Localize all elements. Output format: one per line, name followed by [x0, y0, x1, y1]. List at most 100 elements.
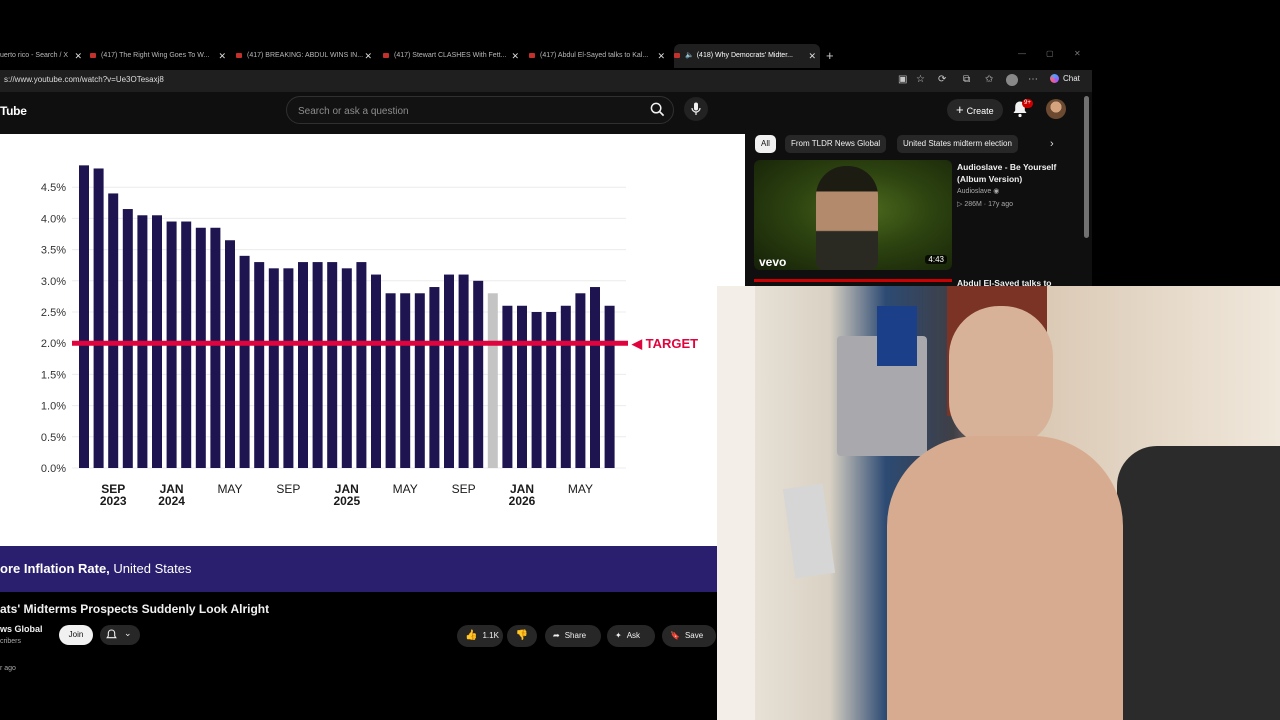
window-close-icon[interactable]: ✕	[1074, 49, 1081, 58]
profile-icon[interactable]	[1006, 74, 1018, 86]
refresh-icon[interactable]: ⟳	[938, 74, 946, 85]
tab-3-label: (417) Stewart CLASHES With Fett...	[394, 52, 507, 59]
recommendation-title[interactable]: Audioslave - Be Yourself (Album Version)	[957, 161, 1069, 185]
youtube-icon	[90, 52, 96, 58]
chip-all[interactable]: All	[755, 135, 776, 153]
bar	[239, 255, 250, 468]
join-button[interactable]: Join	[59, 625, 93, 645]
verified-icon: ◉	[993, 188, 1000, 195]
close-icon[interactable]: ✕	[218, 44, 226, 68]
reader-mode-icon[interactable]: ▣	[898, 74, 907, 85]
bar	[400, 293, 411, 468]
bar	[604, 305, 615, 468]
maximize-icon[interactable]: ▢	[1046, 49, 1054, 58]
y-tick-label: 3.5%	[41, 245, 66, 257]
microphone-icon	[691, 102, 701, 115]
search-input[interactable]	[296, 97, 640, 125]
favorite-star-icon[interactable]: ☆	[916, 74, 925, 85]
bar	[371, 274, 381, 468]
chevron-down-icon: ⌄	[124, 628, 132, 638]
youtube-icon	[674, 52, 680, 58]
tab-0[interactable]: uerto rico - Search / X ✕	[0, 44, 86, 68]
scrollbar[interactable]	[1084, 96, 1089, 238]
video-player[interactable]: 0.0% 0.5% 1.0% 1.5% 2.0% 2.5% 3.0% 3.5% 4.0% 4.5%…	[0, 134, 745, 546]
favorites-icon[interactable]: ✩	[985, 74, 993, 85]
y-tick-label: 2.5%	[41, 307, 66, 319]
x-tick-month: MAY	[568, 482, 593, 496]
account-avatar[interactable]	[1046, 99, 1066, 119]
save-button[interactable]: 🔖 Save	[662, 625, 716, 647]
thumbnail-image	[816, 166, 878, 270]
bar	[195, 227, 206, 468]
close-icon[interactable]: ✕	[511, 44, 519, 68]
target-line-group: ◀ TARGET	[72, 336, 698, 351]
bar	[108, 193, 119, 468]
close-icon[interactable]: ✕	[364, 44, 372, 68]
speaker-icon: 🔈	[685, 52, 694, 59]
notification-count-badge: 9+	[1022, 99, 1033, 108]
voice-search-button[interactable]	[684, 97, 708, 121]
box	[877, 306, 917, 366]
chip-from-channel[interactable]: From TLDR News Global	[785, 135, 887, 153]
bell-icon	[106, 629, 117, 639]
minimize-icon[interactable]: —	[1018, 49, 1026, 58]
ask-button[interactable]: ✦ Ask	[607, 625, 655, 647]
new-tab-button[interactable]: +	[826, 48, 834, 63]
y-tick-label: 4.5%	[41, 182, 66, 194]
recommendation-age: 17y ago	[988, 201, 1013, 208]
bar	[283, 268, 294, 468]
search-icon[interactable]	[650, 102, 665, 117]
sparkle-icon: ✦	[615, 631, 622, 640]
share-button[interactable]: ➦ Share	[545, 625, 601, 647]
youtube-logo[interactable]: Tube	[0, 104, 27, 118]
bar	[79, 165, 89, 469]
youtube-icon	[529, 52, 535, 58]
tab-1-label: (417) The Right Wing Goes To W...	[101, 52, 210, 59]
y-tick-label: 4.0%	[41, 213, 66, 225]
head	[949, 306, 1053, 446]
x-tick-month: MAY	[393, 482, 418, 496]
chat-button[interactable]: Chat	[1050, 74, 1080, 83]
share-icon: ➦	[553, 631, 560, 640]
tab-5-label: (418) Why Democrats' Midter...	[696, 52, 793, 59]
bar	[356, 262, 367, 468]
bar	[517, 305, 527, 468]
channel-name[interactable]: ws Global	[0, 624, 43, 634]
bar	[531, 312, 542, 468]
tab-bar: uerto rico - Search / X ✕ (417) The Right…	[0, 44, 1092, 68]
tab-5-active[interactable]: 🔈 (418) Why Democrats' Midter... ✕	[674, 44, 820, 68]
chevron-right-icon[interactable]: ›	[1050, 138, 1054, 150]
close-icon[interactable]: ✕	[74, 44, 82, 68]
url-field[interactable]: s://www.youtube.com/watch?v=Ue3OTesaxj8	[4, 75, 164, 84]
close-icon[interactable]: ✕	[657, 44, 665, 68]
close-icon[interactable]: ✕	[808, 44, 816, 68]
dislike-button[interactable]: 👎	[507, 625, 537, 647]
x-tick-month: SEP	[452, 482, 476, 496]
box-white	[782, 483, 836, 579]
inflation-chart: 0.0% 0.5% 1.0% 1.5% 2.0% 2.5% 3.0% 3.5% 4.0% 4.5%…	[41, 165, 698, 508]
subscribe-bell-button[interactable]: ⌄	[100, 625, 140, 645]
like-button[interactable]: 👍 1.1K	[457, 625, 503, 647]
y-tick-label: 1.0%	[41, 401, 66, 413]
video-title: ats' Midterms Prospects Suddenly Look Al…	[0, 602, 270, 616]
create-label: Create	[966, 106, 994, 116]
create-button[interactable]: + Create	[947, 99, 1003, 121]
x-tick-month: MAY	[217, 482, 242, 496]
bar	[254, 262, 265, 468]
tab-1[interactable]: (417) The Right Wing Goes To W... ✕	[90, 44, 230, 68]
bar	[429, 287, 440, 468]
torso	[887, 436, 1123, 720]
tab-4[interactable]: (417) Abdul El-Sayed talks to Kal... ✕	[529, 44, 669, 68]
bar	[327, 262, 338, 468]
caption-rest: United States	[109, 561, 192, 576]
x-axis: SEP2023JAN2024MAY SEP JAN2025MAY SEP JAN2026…	[100, 482, 593, 508]
recommendation-channel-name: Audioslave	[957, 188, 992, 195]
tab-2[interactable]: (417) BREAKING: ABDUL WINS IN... ✕	[236, 44, 376, 68]
extensions-icon[interactable]: ⧉	[963, 74, 970, 85]
chip-topic[interactable]: United States midterm election	[897, 135, 1018, 153]
recommendation-thumbnail[interactable]: vevo 4:43	[754, 160, 952, 270]
bar	[502, 305, 513, 468]
tab-3[interactable]: (417) Stewart CLASHES With Fett... ✕	[383, 44, 523, 68]
recommendation-views: 286M	[964, 201, 982, 208]
more-icon[interactable]: ⋯	[1028, 74, 1038, 85]
